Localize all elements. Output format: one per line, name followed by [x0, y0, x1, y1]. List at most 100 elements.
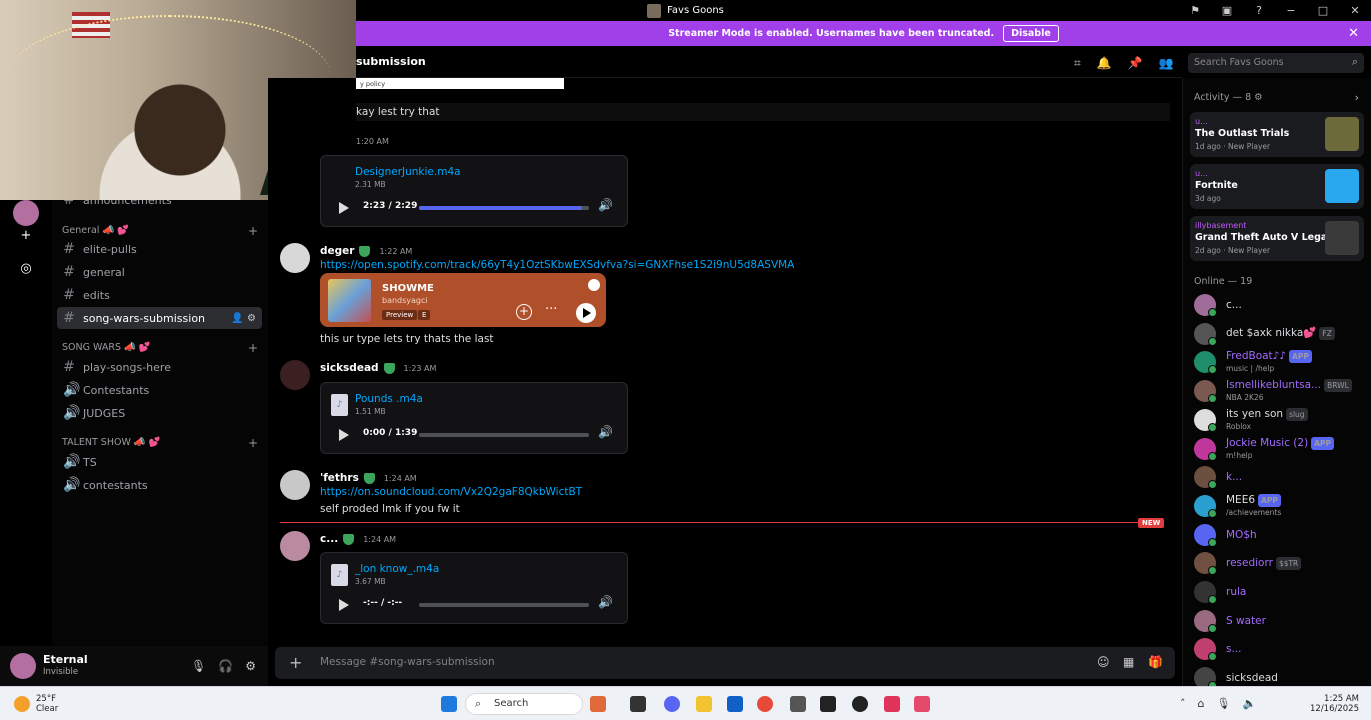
add-icon[interactable]: + [516, 304, 532, 320]
channel-general[interactable]: # general [57, 261, 262, 283]
volume-icon[interactable]: 🔊 [598, 425, 613, 439]
app-icon[interactable] [590, 696, 606, 712]
microphone-icon[interactable]: 🎙 [1216, 697, 1230, 710]
spotify-link[interactable]: https://open.spotify.com/track/66yT4y1Oz… [320, 259, 794, 271]
member-item[interactable]: s... [1194, 637, 1364, 662]
member-item[interactable]: det $axk nikka💕 FZ [1194, 322, 1364, 346]
banner-close-icon[interactable]: ✕ [1348, 26, 1359, 41]
member-item[interactable]: its yen son slug Roblox [1194, 407, 1364, 432]
avatar[interactable] [10, 653, 36, 679]
headphones-icon[interactable]: 🎧 [218, 659, 233, 673]
audio-progress[interactable] [419, 603, 589, 607]
flag-icon[interactable]: ⚑ [1179, 4, 1211, 17]
avatar[interactable] [280, 243, 310, 273]
taskview-icon[interactable] [630, 696, 646, 712]
gif-icon[interactable]: ☺ [1097, 655, 1110, 669]
track-artist[interactable]: bandsyagci [382, 296, 428, 305]
track-title[interactable]: SHOWME [382, 283, 434, 294]
avatar[interactable] [280, 470, 310, 500]
help-icon[interactable]: ? [1243, 4, 1275, 17]
microphone-icon[interactable]: 🎙 [191, 659, 206, 673]
app-icon[interactable] [914, 696, 930, 712]
member-item[interactable]: rula [1194, 580, 1364, 604]
channel-settings-icon[interactable]: 👤 ⚙ [231, 313, 256, 324]
sticker-icon[interactable]: ▦ [1123, 655, 1134, 669]
add-server-icon[interactable]: + [13, 222, 39, 248]
more-icon[interactable]: ··· [545, 302, 557, 317]
windows-start-icon[interactable] [441, 696, 457, 712]
member-item[interactable]: resediorr $$TR [1194, 551, 1364, 576]
member-item[interactable]: k... [1194, 465, 1364, 490]
member-item[interactable]: MO$h [1194, 523, 1364, 547]
category-talent-show[interactable]: TALENT SHOW 📣 💕 + [62, 436, 258, 450]
file-link[interactable]: DesignerJunkie.m4a [355, 166, 461, 178]
message-input[interactable]: Message #song-wars-submission [320, 656, 495, 668]
channel-play-songs-here[interactable]: # play-songs-here [57, 356, 262, 378]
message-composer[interactable]: + Message #song-wars-submission ☺ ▦ 🎁 [275, 647, 1175, 679]
member-item[interactable]: Jockie Music (2) APP m!help [1194, 436, 1364, 461]
store-icon[interactable] [727, 696, 743, 712]
steam-icon[interactable] [790, 696, 806, 712]
bell-icon[interactable]: 🔔 [1097, 56, 1112, 71]
member-item[interactable]: S water [1194, 609, 1364, 633]
channel-song-wars-submission[interactable]: # song-wars-submission 👤 ⚙ [57, 307, 262, 329]
tiktok-icon[interactable] [884, 696, 900, 712]
network-icon[interactable]: ⌂ [1198, 697, 1205, 710]
obs-icon[interactable] [852, 696, 868, 712]
search-input[interactable]: Search Favs Goons ⌕ [1188, 53, 1364, 73]
volume-icon[interactable]: 🔈 [1242, 697, 1256, 710]
channel-ts[interactable]: 🔊 TS [57, 451, 262, 473]
chevron-right-icon[interactable]: › [1355, 91, 1359, 104]
attach-plus-icon[interactable]: + [289, 653, 302, 672]
member-item[interactable]: MEE6 APP/achievements [1194, 493, 1364, 518]
weather-widget[interactable]: 25°F Clear [14, 694, 58, 714]
members-icon[interactable]: 👥 [1159, 56, 1174, 71]
discover-icon[interactable]: ◎ [13, 255, 39, 281]
category-song-wars[interactable]: SONG WARS 📣 💕 + [62, 341, 258, 355]
play-icon[interactable] [339, 429, 349, 441]
member-item[interactable]: c... [1194, 293, 1364, 317]
minimize-button[interactable]: − [1275, 4, 1307, 17]
add-channel-icon[interactable]: + [248, 436, 258, 450]
activity-card[interactable]: u... Fortnite 3d ago [1190, 164, 1364, 209]
audio-progress[interactable] [419, 433, 589, 437]
chevron-up-icon[interactable]: ˄ [1180, 697, 1186, 710]
file-explorer-icon[interactable] [696, 696, 712, 712]
channel-contestants-voice[interactable]: 🔊 Contestants [57, 379, 262, 401]
file-link[interactable]: _lon know_.m4a [355, 563, 439, 575]
add-channel-icon[interactable]: + [248, 224, 258, 238]
play-icon[interactable] [339, 599, 349, 611]
channel-edits[interactable]: # edits [57, 284, 262, 306]
settings-gear-icon[interactable]: ⚙ [1254, 92, 1263, 103]
activity-card[interactable]: illybasement Grand Theft Auto V Legacy 2… [1190, 216, 1364, 261]
pin-icon[interactable]: 📌 [1128, 56, 1143, 71]
maximize-button[interactable]: □ [1307, 4, 1339, 17]
category-general[interactable]: General 📣 💕 + [62, 224, 258, 238]
member-item[interactable]: Ismellikebluntsa... BRWL NBA 2K26 [1194, 379, 1364, 404]
audio-progress[interactable] [419, 206, 589, 210]
discord-icon[interactable] [664, 696, 680, 712]
taskbar-search[interactable]: ⌕ Search [465, 693, 583, 715]
add-channel-icon[interactable]: + [248, 341, 258, 355]
inbox-icon[interactable]: ▣ [1211, 4, 1243, 17]
epic-icon[interactable] [820, 696, 836, 712]
avatar[interactable] [280, 531, 310, 561]
avatar[interactable] [280, 360, 310, 390]
channel-elite-pulls[interactable]: # elite-pulls [57, 238, 262, 260]
play-button[interactable] [576, 303, 596, 323]
volume-icon[interactable]: 🔊 [598, 595, 613, 609]
file-link[interactable]: Pounds .m4a [355, 393, 423, 405]
member-item[interactable]: FredBoat♪♪ APP music | /help [1194, 350, 1364, 375]
soundcloud-link[interactable]: https://on.soundcloud.com/Vx2Q2gaF8QkbWi… [320, 486, 582, 498]
channel-contestants[interactable]: 🔊 contestants [57, 474, 262, 496]
disable-button[interactable]: Disable [1003, 25, 1059, 42]
settings-gear-icon[interactable]: ⚙ [245, 659, 256, 673]
channel-judges[interactable]: 🔊 JUDGES [57, 402, 262, 424]
gift-icon[interactable]: 🎁 [1148, 655, 1163, 669]
close-window-button[interactable]: ✕ [1339, 4, 1371, 17]
clock[interactable]: 1:25 AM 12/16/2025 [1310, 694, 1359, 714]
activity-card[interactable]: u... The Outlast Trials 1d ago · New Pla… [1190, 112, 1364, 157]
threads-icon[interactable]: ⌗ [1074, 56, 1081, 71]
play-icon[interactable] [339, 202, 349, 214]
volume-icon[interactable]: 🔊 [598, 198, 613, 212]
